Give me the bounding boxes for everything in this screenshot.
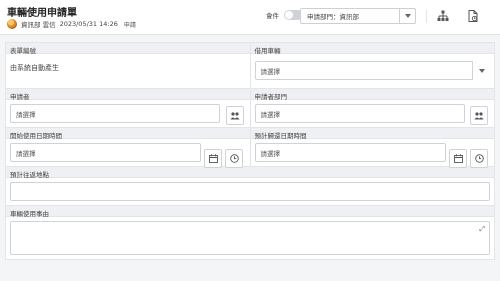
form-no-cell: 表單編號 由系統自動產生 — [6, 43, 250, 88]
form-row: 開始使用日期時間 請選擇 預計歸還日期時間 請選擇 — [6, 128, 494, 167]
status-badge: 申請 — [123, 21, 136, 29]
author-name: 資訊部 雲信 — [21, 21, 56, 29]
applicant-dept-cell: 申請者部門 請選擇 — [249, 89, 494, 127]
vehicle-request-form: 表單編號 由系統自動產生 借用車輛 請選擇 申請者 請選擇 申請者部門 請選擇 … — [5, 42, 495, 260]
avatar — [7, 19, 17, 29]
form-row: 預計往返地點 — [6, 167, 494, 206]
expand-icon[interactable]: ⤢ — [479, 225, 485, 234]
destination-label: 預計往返地點 — [6, 167, 494, 179]
applicant-dept-people-button[interactable] — [470, 106, 488, 125]
reason-textarea[interactable]: ⤢ — [10, 221, 490, 255]
applicant-cell: 申請者 請選擇 — [6, 89, 250, 127]
created-datetime: 2023/05/31 14:26 — [59, 20, 118, 28]
people-icon — [474, 111, 484, 119]
applicant-dept-placeholder: 請選擇 — [260, 110, 281, 119]
start-calendar-button[interactable] — [204, 149, 222, 168]
clock-icon — [474, 154, 484, 163]
calendar-icon — [453, 154, 463, 163]
author-meta: 資訊部 雲信 2023/05/31 14:26 申請 — [7, 19, 136, 29]
applicant-dept-input[interactable]: 請選擇 — [254, 104, 465, 123]
toggle-label: 會件 — [266, 12, 279, 20]
vehicle-cell: 借用車輛 請選擇 — [249, 43, 494, 88]
applicant-placeholder: 請選擇 — [16, 110, 36, 119]
countersign-toggle-group: 會件 — [266, 10, 303, 20]
form-row: 車輛使用事由 ⤢ — [6, 206, 494, 259]
reason-cell: 車輛使用事由 ⤢ — [6, 206, 494, 259]
return-time-button[interactable] — [470, 149, 488, 168]
page-title: 車輛使用申請單 — [7, 8, 77, 19]
return-datetime-input[interactable]: 請選擇 — [254, 143, 446, 162]
start-datetime-input[interactable]: 請選擇 — [10, 143, 201, 162]
applicant-people-button[interactable] — [226, 106, 244, 125]
vehicle-select[interactable]: 請選擇 — [254, 61, 490, 80]
clock-icon — [229, 154, 239, 163]
chevron-down-icon[interactable] — [399, 9, 415, 23]
form-row: 表單編號 由系統自動產生 借用車輛 請選擇 — [6, 43, 494, 89]
destination-input[interactable] — [10, 182, 490, 201]
calendar-icon — [208, 154, 218, 163]
vehicle-label: 借用車輛 — [250, 43, 494, 55]
document-icon[interactable] — [467, 10, 479, 22]
header: 車輛使用申請單 資訊部 雲信 2023/05/31 14:26 申請 會件 申請… — [0, 0, 500, 35]
form-no-label: 表單編號 — [6, 43, 250, 55]
form-row: 申請者 請選擇 申請者部門 請選擇 — [6, 89, 494, 128]
reason-label: 車輛使用事由 — [6, 206, 494, 218]
form-no-value: 由系統自動產生 — [10, 64, 59, 72]
header-divider — [426, 10, 427, 23]
start-label: 開始使用日期時間 — [6, 128, 250, 140]
chevron-down-icon[interactable] — [472, 61, 490, 80]
vehicle-placeholder: 請選擇 — [260, 67, 281, 76]
department-select-value: 申請部門：資訊部 — [307, 13, 359, 21]
people-icon — [230, 111, 240, 119]
applicant-dept-label: 申請者部門 — [250, 89, 494, 101]
return-placeholder: 請選擇 — [260, 149, 281, 158]
return-calendar-button[interactable] — [449, 149, 467, 168]
applicant-label: 申請者 — [6, 89, 250, 101]
start-placeholder: 請選擇 — [16, 149, 36, 158]
destination-cell: 預計往返地點 — [6, 167, 494, 205]
return-label: 預計歸還日期時間 — [250, 128, 494, 140]
department-select[interactable]: 申請部門：資訊部 — [300, 8, 416, 24]
org-chart-icon[interactable] — [437, 10, 449, 22]
start-time-button[interactable] — [225, 149, 243, 168]
applicant-input[interactable]: 請選擇 — [10, 104, 220, 123]
